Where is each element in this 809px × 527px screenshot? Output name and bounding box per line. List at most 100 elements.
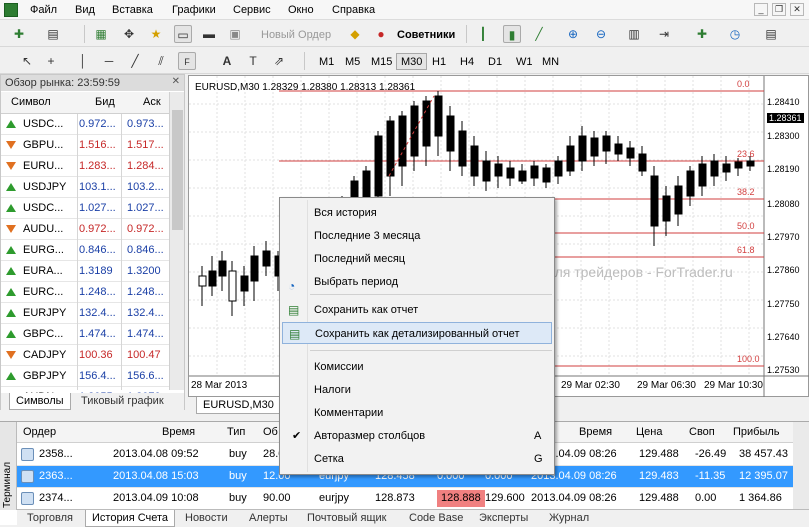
context-menu-item[interactable]: ▤ Сохранить как отчет	[282, 299, 552, 321]
terminal-tab[interactable]: История Счета	[85, 510, 176, 527]
context-menu-item[interactable]: ◔ Выбрать период	[282, 271, 552, 293]
strategy-tester-icon[interactable]: ▬	[200, 25, 218, 43]
minimize-icon[interactable]: _	[754, 3, 768, 16]
market-watch-row[interactable]: GBPC... 1.474... 1.474...	[1, 324, 169, 345]
metaeditor-icon[interactable]: ◆	[346, 25, 364, 43]
trendline-icon[interactable]: ╱	[126, 52, 144, 70]
col-time[interactable]: Время	[162, 426, 195, 438]
col-order[interactable]: Ордер	[23, 426, 56, 438]
menu-file[interactable]: Файл	[30, 4, 57, 16]
menu-charts[interactable]: Графики	[172, 4, 216, 16]
terminal-tab[interactable]: Торговля	[21, 510, 79, 527]
tf-d1[interactable]: D1	[483, 53, 507, 70]
advisors-button[interactable]: Советники	[392, 26, 460, 43]
context-menu-item[interactable]: Вся история	[282, 202, 552, 224]
market-watch-scrollbar[interactable]	[169, 92, 184, 390]
col-price[interactable]: Цена	[636, 426, 662, 438]
col-bid[interactable]: Бид	[95, 96, 115, 108]
zoom-out-icon[interactable]: ⊖	[592, 25, 610, 43]
terminal-tab[interactable]: Новости	[179, 510, 234, 527]
context-menu-item[interactable]: Последние 3 месяца	[282, 225, 552, 247]
col-profit[interactable]: Прибыль	[733, 426, 780, 438]
context-menu-item[interactable]: Комментарии	[282, 402, 552, 424]
market-watch-row[interactable]: EURJPY 132.4... 132.4...	[1, 303, 169, 324]
menu-insert[interactable]: Вставка	[112, 4, 153, 16]
line-chart-icon[interactable]: ╱	[530, 25, 548, 43]
periods-icon[interactable]: ◷	[726, 25, 744, 43]
market-watch-row[interactable]: GBPU... 1.516... 1.517...	[1, 135, 169, 156]
indicators-icon[interactable]: ✚	[693, 25, 711, 43]
terminal-tab[interactable]: Журнал	[543, 510, 595, 527]
close-icon[interactable]: ✕	[172, 76, 180, 87]
col-volume[interactable]: Об	[263, 426, 278, 438]
market-watch-row[interactable]: EURA... 1.3189 1.3200	[1, 261, 169, 282]
context-menu-item[interactable]: ▤ Сохранить как детализированный отчет	[282, 322, 552, 344]
tab-symbols[interactable]: Символы	[9, 393, 71, 410]
new-chart-icon[interactable]: ✚	[10, 25, 28, 43]
col-close-time[interactable]: Время	[579, 426, 612, 438]
menu-help[interactable]: Справка	[332, 4, 375, 16]
tab-tick-chart[interactable]: Тиковый график	[75, 393, 170, 410]
market-watch-row[interactable]: EURC... 1.248... 1.248...	[1, 282, 169, 303]
context-menu-item[interactable]: ✔ Авторазмер столбцов A	[282, 425, 552, 447]
market-watch-row[interactable]: GBPJPY 156.4... 156.6...	[1, 366, 169, 387]
market-watch-row[interactable]: EURG... 0.846... 0.846...	[1, 240, 169, 261]
tf-m5[interactable]: M5	[340, 53, 365, 70]
terminal-tab[interactable]: Code Base	[403, 510, 469, 527]
context-menu-item[interactable]: Налоги	[282, 379, 552, 401]
restore-icon[interactable]: ❐	[772, 3, 786, 16]
autoscroll-icon[interactable]: ⇥	[655, 25, 673, 43]
tile-windows-icon[interactable]: ▥	[625, 25, 643, 43]
terminal-tab[interactable]: Эксперты	[473, 510, 534, 527]
zoom-in-icon[interactable]: ⊕	[564, 25, 582, 43]
horizontal-line-icon[interactable]: ─	[100, 52, 118, 70]
tf-w1[interactable]: W1	[511, 53, 538, 70]
context-menu-item[interactable]: Последний месяц	[282, 248, 552, 270]
market-watch-row[interactable]: CADJPY 100.36 100.47	[1, 345, 169, 366]
candlestick-icon[interactable]: ▮	[503, 25, 521, 43]
new-order-icon[interactable]: ▣	[226, 25, 244, 43]
context-menu-item[interactable]: Сетка G	[282, 448, 552, 470]
favorites-icon[interactable]: ★	[147, 25, 165, 43]
market-watch-row[interactable]: USDJPY 103.1... 103.2...	[1, 177, 169, 198]
menu-window[interactable]: Окно	[288, 4, 314, 16]
terminal-scrollbar[interactable]	[793, 422, 809, 510]
label-icon[interactable]: T	[244, 52, 262, 70]
market-watch-icon[interactable]: ▦	[92, 25, 110, 43]
menu-tools[interactable]: Сервис	[233, 4, 271, 16]
tab-chart-eurusd[interactable]: EURUSD,M30	[196, 397, 281, 414]
col-ask[interactable]: Аск	[143, 96, 161, 108]
text-icon[interactable]: A	[218, 52, 236, 70]
tf-m30[interactable]: M30	[396, 53, 428, 70]
templates-icon[interactable]: ▤	[762, 25, 780, 43]
col-type[interactable]: Тип	[227, 426, 245, 438]
tf-m15[interactable]: M15	[366, 53, 397, 70]
market-watch-row[interactable]: USDC... 0.972... 0.973...	[1, 114, 169, 135]
navigator-icon[interactable]: ✥	[120, 25, 138, 43]
close-icon[interactable]: ✕	[790, 3, 804, 16]
new-order-button[interactable]: Новый Ордер	[256, 26, 336, 43]
cursor-icon[interactable]: ↖	[18, 52, 36, 70]
col-swap[interactable]: Своп	[689, 426, 715, 438]
terminal-icon[interactable]: ▭	[174, 25, 192, 43]
advisors-icon[interactable]: ●	[372, 25, 390, 43]
vertical-line-icon[interactable]: │	[74, 52, 92, 70]
bar-chart-icon[interactable]: ┃	[474, 25, 492, 43]
market-watch-row[interactable]: AUDU... 0.972... 0.972...	[1, 219, 169, 240]
market-watch-row[interactable]: USDC... 1.027... 1.027...	[1, 198, 169, 219]
fibonacci-icon[interactable]: F	[178, 52, 196, 70]
table-row[interactable]: 2374... 2013.04.09 10:08 buy 90.00 eurjpy 128…	[17, 488, 793, 510]
arrows-icon[interactable]: ⇗	[270, 52, 288, 70]
profiles-icon[interactable]: ▤	[44, 25, 62, 43]
crosshair-icon[interactable]: +	[42, 52, 60, 70]
tf-h1[interactable]: H1	[427, 53, 451, 70]
terminal-tab[interactable]: Почтовый ящик	[301, 510, 392, 527]
tf-m1[interactable]: M1	[314, 53, 339, 70]
menu-view[interactable]: Вид	[75, 4, 95, 16]
tf-h4[interactable]: H4	[455, 53, 479, 70]
channel-icon[interactable]: ⫽	[152, 52, 170, 70]
context-menu-item[interactable]: Комиссии	[282, 356, 552, 378]
tf-mn[interactable]: MN	[537, 53, 564, 70]
market-watch-row[interactable]: EURU... 1.283... 1.284...	[1, 156, 169, 177]
terminal-tab[interactable]: Алерты	[243, 510, 294, 527]
